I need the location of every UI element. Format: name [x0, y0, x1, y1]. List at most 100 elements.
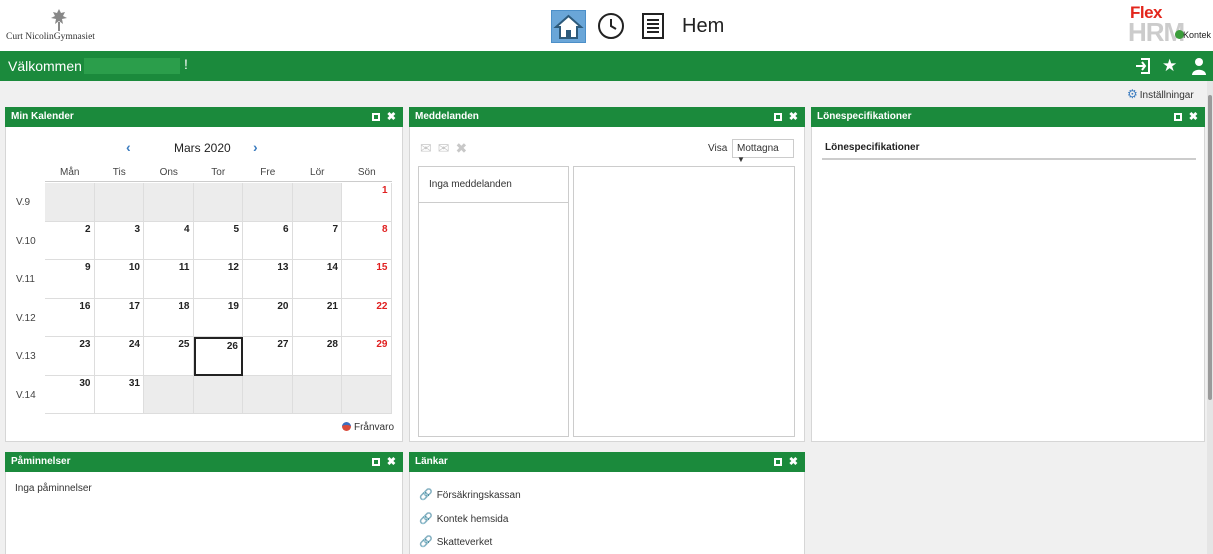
messages-panel-header: Meddelanden ✖ — [409, 107, 805, 127]
clock-icon[interactable] — [597, 12, 625, 40]
reminders-panel-header: Påminnelser ✖ — [5, 452, 403, 472]
calendar-day[interactable]: 28 — [292, 337, 342, 376]
link-kontek[interactable]: 🔗 Kontek hemsida — [419, 512, 508, 525]
calendar-day[interactable]: 12 — [193, 260, 243, 299]
calendar-empty-cell — [292, 375, 342, 414]
messages-panel-title: Meddelanden — [415, 111, 479, 122]
settings-link[interactable]: ⚙ Inställningar — [1127, 87, 1194, 101]
calendar-day[interactable]: 19 — [193, 298, 243, 337]
welcome-exclamation: ! — [184, 56, 188, 72]
maximize-icon[interactable] — [773, 458, 782, 466]
calendar-day[interactable]: 15 — [342, 260, 392, 299]
calendar-day[interactable]: 3 — [94, 221, 144, 260]
close-icon[interactable]: ✖ — [1189, 111, 1198, 123]
calendar-day[interactable]: 20 — [243, 298, 293, 337]
absence-label: Frånvaro — [353, 422, 394, 433]
weekday-label: Tor — [211, 167, 226, 178]
week-number: V.13 — [16, 351, 36, 362]
calendar-panel-title: Min Kalender — [11, 111, 74, 122]
link-label: Kontek hemsida — [436, 514, 509, 525]
message-preview — [573, 166, 795, 437]
calendar-day[interactable]: 4 — [144, 221, 194, 260]
week-number: V.9 — [16, 197, 31, 208]
open-envelope-icon[interactable]: ✉ — [420, 140, 432, 156]
weekday-label: Mån — [60, 167, 80, 178]
calendar-day[interactable]: 26 — [193, 337, 243, 376]
calendar-day[interactable]: 30 — [45, 375, 95, 414]
delete-icon[interactable]: ✖ — [455, 140, 467, 156]
calendar-empty-cell — [144, 375, 194, 414]
calendar-day[interactable]: 11 — [144, 260, 194, 299]
calendar-day[interactable]: 25 — [144, 337, 194, 376]
link-icon: 🔗 — [419, 536, 433, 548]
home-icon — [553, 14, 584, 39]
reminders-panel-title: Påminnelser — [11, 456, 71, 467]
no-messages-text: Inga meddelanden — [419, 167, 568, 203]
calendar-empty-cell — [243, 183, 293, 222]
calendar-day[interactable]: 13 — [243, 260, 293, 299]
calendar-day[interactable]: 9 — [45, 260, 95, 299]
calendar-day[interactable]: 17 — [94, 298, 144, 337]
reply-envelope-icon[interactable]: ✉ — [438, 140, 450, 156]
close-icon[interactable]: ✖ — [387, 111, 396, 123]
calendar-day[interactable]: 27 — [243, 337, 293, 376]
close-icon[interactable]: ✖ — [789, 456, 798, 468]
calendar-empty-cell — [342, 375, 392, 414]
org-name: Curt NicolinGymnasiet — [6, 32, 95, 42]
calendar-empty-cell — [45, 183, 95, 222]
page-scrollbar-thumb[interactable] — [1208, 95, 1212, 400]
link-forsakringskassan[interactable]: 🔗 Försäkringskassan — [419, 488, 521, 501]
message-filter-select[interactable]: Mottagna ▼ — [732, 139, 794, 164]
calendar-day[interactable]: 16 — [45, 298, 95, 337]
visa-label: Visa — [708, 143, 728, 154]
calendar-panel-header: Min Kalender ✖ — [5, 107, 403, 127]
calendar-day[interactable]: 8 — [342, 221, 392, 260]
absence-button[interactable]: Frånvaro — [341, 422, 394, 433]
prev-month-button[interactable]: ‹ — [126, 139, 131, 155]
close-icon[interactable]: ✖ — [387, 456, 396, 468]
maximize-icon[interactable] — [1173, 113, 1182, 121]
calendar-day[interactable]: 6 — [243, 221, 293, 260]
week-number: V.11 — [16, 274, 35, 285]
calendar-day[interactable]: 31 — [94, 375, 144, 414]
calendar-day[interactable]: 22 — [342, 298, 392, 337]
calendar-day[interactable]: 18 — [144, 298, 194, 337]
calendar-day[interactable]: 1 — [342, 183, 392, 222]
link-skatteverket[interactable]: 🔗 Skatteverket — [419, 535, 492, 548]
list-icon[interactable] — [641, 12, 665, 40]
close-icon[interactable]: ✖ — [789, 111, 798, 123]
link-icon: 🔗 — [419, 513, 433, 525]
top-header: Curt NicolinGymnasiet Hem HRM Flex Konte… — [0, 0, 1213, 51]
calendar-day[interactable]: 10 — [94, 260, 144, 299]
calendar-day[interactable]: 24 — [94, 337, 144, 376]
calendar-day[interactable]: 23 — [45, 337, 95, 376]
redacted-username — [84, 58, 180, 74]
absence-icon — [341, 422, 351, 431]
logout-icon[interactable] — [1135, 57, 1151, 75]
next-month-button[interactable]: › — [253, 139, 258, 155]
school-logo[interactable]: Curt NicolinGymnasiet — [6, 8, 116, 48]
user-profile-icon[interactable] — [1192, 57, 1206, 75]
home-button[interactable] — [551, 10, 586, 43]
message-list[interactable]: Inga meddelanden — [418, 166, 569, 437]
calendar-day[interactable]: 2 — [45, 221, 95, 260]
welcome-bar: Välkommen ! ★ — [0, 51, 1213, 81]
favorites-star-icon[interactable]: ★ — [1162, 57, 1177, 75]
maximize-icon[interactable] — [773, 113, 782, 121]
maximize-icon[interactable] — [371, 458, 380, 466]
weekday-header: Mån Tis Ons Tor Fre Lör Sön — [45, 167, 392, 182]
calendar-panel: Min Kalender ✖ ‹ Mars 2020 › Mån Tis Ons To… — [5, 107, 403, 442]
no-reminders-text: Inga påminnelser — [15, 483, 92, 494]
calendar-day[interactable]: 21 — [292, 298, 342, 337]
calendar-day[interactable]: 14 — [292, 260, 342, 299]
crest-icon — [51, 9, 67, 31]
calendar-day[interactable]: 29 — [342, 337, 392, 376]
calendar-day[interactable]: 5 — [193, 221, 243, 260]
message-toolbar: ✉ ✉ ✖ — [420, 140, 473, 157]
week-number: V.12 — [16, 312, 36, 324]
calendar-empty-cell — [193, 183, 243, 222]
calendar-day[interactable]: 7 — [292, 221, 342, 260]
weekday-label: Lör — [310, 167, 325, 178]
maximize-icon[interactable] — [371, 113, 380, 121]
link-icon: 🔗 — [419, 489, 433, 501]
